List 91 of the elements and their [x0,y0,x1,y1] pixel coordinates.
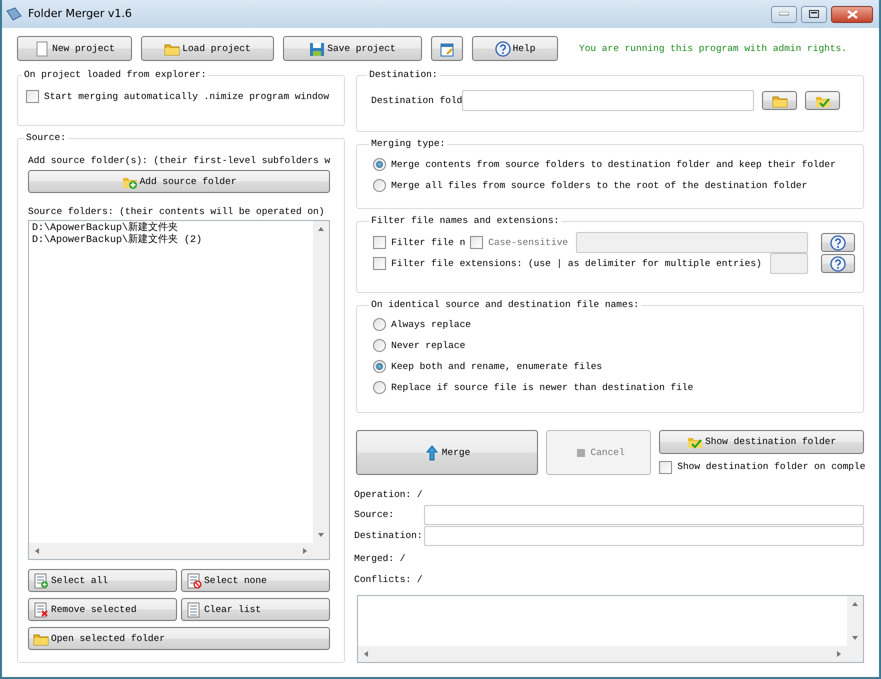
scroll-up-icon[interactable] [852,602,858,606]
help-icon [830,234,846,251]
option-label: Start merging automatically .nimize program window [44,91,330,103]
destination-path-field[interactable] [424,526,864,546]
scroll-left-icon[interactable] [364,651,368,657]
minimize-icon [779,12,789,16]
radio-button[interactable] [373,339,386,352]
up-arrow-icon [424,444,440,460]
radio-button[interactable] [373,360,386,374]
source-field[interactable] [424,504,864,524]
help-button[interactable] [821,254,855,274]
field-label: Destination: [354,530,424,542]
horizontal-scrollbar[interactable] [29,543,314,559]
list-icon [186,602,202,618]
field-label: Source: [354,508,396,520]
option-label: Never replace [391,340,466,352]
list-item: D:\ApowerBackup\新建文件夹 (2) [32,235,204,248]
option-label: Merge all files from source folders to the root of the destination folder [391,180,808,192]
page-icon [34,40,50,56]
toolbar-button[interactable]: Save project [283,36,422,61]
group-title: Merging type: [370,139,446,150]
option-label: Keep both and rename, enumerate files [391,361,602,373]
checkbox[interactable] [373,257,386,270]
option-label: Filter file n [391,237,466,249]
show-folder-button[interactable]: Show destination folder [659,430,864,454]
toolbar-button[interactable]: Load project [141,36,274,61]
log-area[interactable] [357,595,864,663]
status-label: Merged: / [354,553,406,565]
group-title: Source: [25,133,67,144]
add-source-button[interactable]: Add source folder [28,170,330,194]
scroll-down-icon[interactable] [318,533,324,537]
list-action-button[interactable]: Remove selected [28,598,178,621]
list-label: Source folders: (their contents will be operated on) [28,206,326,218]
scroll-up-icon[interactable] [318,227,324,232]
option-label: Replace if source file is newer than destination file [391,382,694,394]
list-action-button[interactable]: Select all [28,569,178,592]
browse-button[interactable] [762,91,798,110]
window-title: Folder Merger v1.6 [28,7,132,21]
destination-field[interactable] [462,90,754,112]
help-icon [494,40,511,56]
filter-field[interactable] [770,253,808,274]
radio-button[interactable] [373,179,386,192]
document-icon [439,40,455,56]
list-action-button[interactable]: Select none [181,569,330,592]
option-label: Always replace [391,319,471,331]
checkbox[interactable] [659,460,672,474]
checkbox[interactable] [373,236,386,250]
help-button[interactable] [821,233,855,252]
scroll-down-icon[interactable] [852,636,858,640]
checkbox[interactable] [470,236,484,250]
checkbox[interactable] [26,90,39,104]
maximize-button[interactable] [801,6,827,22]
status-label: Operation: / [354,489,423,501]
close-button[interactable] [831,6,873,22]
option-label: Show destination folder on comple [677,461,866,473]
close-icon [846,10,858,18]
horizontal-scrollbar[interactable] [358,646,847,662]
list-item: D:\ApowerBackup\新建文件夹 [32,223,180,234]
status-label: Conflicts: / [354,574,423,586]
hint-text: Add source folder(s): (their first-level subfolders w [28,155,330,167]
option-label: Case-sensitive [488,237,568,249]
option-label: Merge contents from source folders to destination folder and keep their folder [391,159,836,171]
scroll-right-icon[interactable] [837,651,841,657]
field-label: Destination fold [371,95,462,107]
filter-field[interactable] [576,232,808,254]
list-remove-icon [33,602,49,618]
radio-button[interactable] [373,318,386,332]
toolbar-button[interactable]: New project [17,36,132,61]
radio-button[interactable] [373,381,386,394]
folder-list[interactable]: D:\ApowerBackup\新建文件夹 D:\ApowerBackup\新建文件夹 (2) [28,220,330,560]
group-title: On identical source and destination file names: [370,300,640,310]
scroll-left-icon[interactable] [35,548,39,554]
radio-button[interactable] [373,158,386,172]
option-label: Filter file extensions: (use | as delimiter for multiple entries) [391,258,762,270]
list-add-icon [33,572,49,588]
list-block-icon [186,572,202,588]
vertical-scrollbar[interactable] [313,221,330,543]
merge-button[interactable]: Merge [356,430,538,475]
list-action-button[interactable]: Clear list [181,598,330,621]
scroll-right-icon[interactable] [303,548,308,554]
group-title: Destination: [368,70,439,80]
maximize-icon [809,10,819,18]
toolbar-button[interactable]: Help [472,36,558,61]
group-title: Filter file names and extensions: [370,216,560,226]
group-title: On project loaded from explorer: [23,70,208,80]
list-action-button[interactable]: Open selected folder [28,627,330,650]
vertical-scrollbar[interactable] [847,596,863,646]
browse-button[interactable] [805,91,840,110]
icon-button[interactable] [431,36,463,61]
help-icon [830,256,846,272]
status-message: You are running this program with admin rights. [579,42,847,54]
